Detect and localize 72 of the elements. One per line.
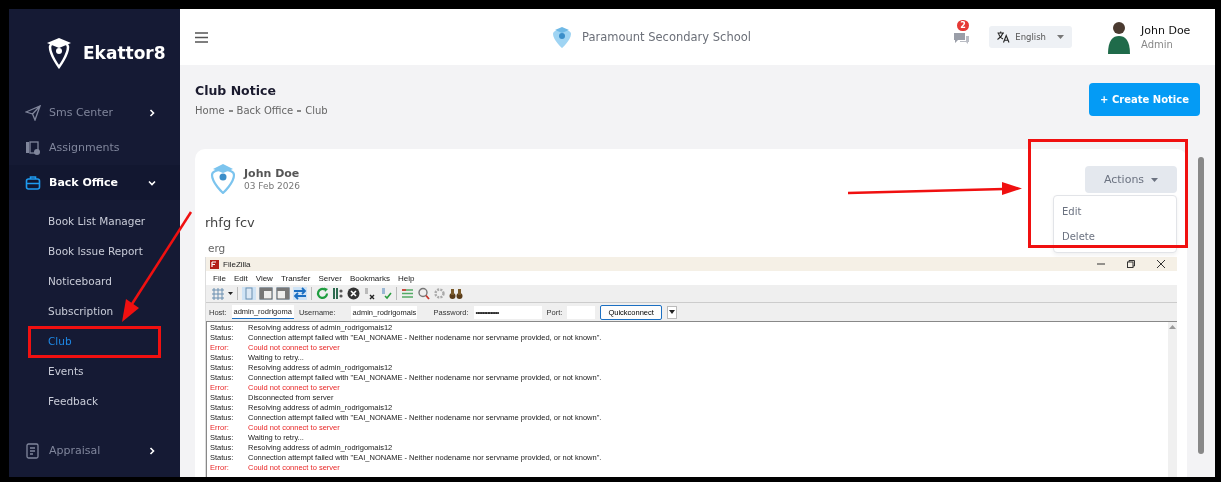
translate-icon [997, 31, 1011, 43]
page-title: Club Notice [195, 84, 277, 98]
notice-date: 03 Feb 2026 [244, 181, 300, 191]
bars-icon[interactable] [332, 287, 344, 300]
school-logo-icon [552, 25, 572, 49]
caret-icon[interactable] [228, 292, 233, 295]
restore-icon[interactable] [1127, 260, 1135, 268]
scrollbar[interactable] [1168, 322, 1177, 477]
app-logo-icon [210, 259, 219, 269]
caret-icon [1151, 177, 1159, 182]
author-logo-icon [210, 163, 236, 194]
breadcrumb-link[interactable]: Home [195, 105, 225, 116]
briefcase-icon [25, 174, 41, 191]
logo-icon [45, 37, 73, 69]
search-icon[interactable] [417, 287, 430, 300]
menu-bar-item[interactable]: Edit [233, 273, 248, 283]
minimize-icon[interactable] [1097, 260, 1105, 268]
document-icon [25, 442, 41, 459]
sidebar-menu-item[interactable]: Appraisal [9, 433, 180, 468]
cancel-icon[interactable] [347, 287, 360, 300]
author-name: John Doe [244, 167, 300, 180]
breadcrumb-link[interactable]: Back Office [236, 105, 294, 116]
user-role: Admin [1141, 39, 1174, 50]
avatar-silhouette [1107, 20, 1131, 54]
user-name: John Doe [1141, 24, 1192, 37]
menu-item[interactable]: Delete [1054, 224, 1176, 249]
language-dropdown[interactable]: English [989, 26, 1072, 48]
binoculars-icon[interactable] [449, 287, 463, 300]
school-name: Paramount Secondary School [582, 30, 751, 44]
gear-icon[interactable] [433, 287, 446, 300]
breadcrumb-link[interactable]: Club [305, 105, 328, 116]
menu-bar-item[interactable]: File [213, 273, 226, 283]
sidebar-submenu-item[interactable]: Book Issue Report [48, 236, 143, 266]
sidebar-submenu-item[interactable]: Subscription [48, 296, 114, 326]
notice-body: erg [207, 242, 227, 254]
menu-bar-item[interactable]: Bookmarks [349, 273, 390, 283]
sidebar-submenu-item[interactable]: Feedback [48, 386, 98, 416]
sidebar-menu-item[interactable]: Back Office [9, 165, 180, 200]
sidebar-submenu-item[interactable]: Events [48, 356, 84, 386]
scrollbar[interactable] [1198, 157, 1204, 454]
chevron-icon [148, 446, 156, 455]
sidebar-submenu-item[interactable]: Book List Manager [48, 206, 146, 236]
sidebar-submenu-item[interactable]: Club [48, 326, 72, 356]
caret-icon [668, 310, 675, 314]
panel-icon[interactable] [259, 287, 273, 300]
swap-arrows-icon[interactable] [293, 287, 307, 300]
menu-icon[interactable] [195, 31, 208, 43]
chevron-icon [148, 108, 156, 117]
sidebar-menu-item[interactable]: Assignments [9, 130, 180, 165]
disconnect-icon[interactable] [363, 287, 376, 300]
caret-icon [1057, 35, 1064, 39]
menu-item[interactable]: Edit [1054, 199, 1176, 224]
window-title: FileZilla [223, 259, 251, 269]
dropdown-button[interactable] [666, 305, 677, 319]
list-icon[interactable] [401, 287, 414, 300]
chevron-icon [148, 178, 156, 187]
send-icon [25, 104, 41, 121]
menu-bar-item[interactable]: View [255, 273, 273, 283]
assignment-icon [25, 139, 41, 156]
notification-badge: 2 [957, 19, 969, 31]
close-icon[interactable] [1157, 260, 1165, 268]
refresh-icon[interactable] [316, 287, 329, 300]
menu-bar-item[interactable]: Help [397, 273, 415, 283]
scroll-up-icon[interactable] [1169, 325, 1176, 329]
panel-icon[interactable] [276, 287, 290, 300]
sidebar-menu-item[interactable]: Sms Center [9, 95, 180, 130]
actions-button[interactable]: Actions [1085, 166, 1177, 193]
menu-bar-item[interactable]: Server [318, 273, 342, 283]
menu-bar-item[interactable]: Transfer [280, 273, 311, 283]
notice-title: rhfg fcv [205, 215, 256, 230]
sidebar-submenu-item[interactable]: Noticeboard [48, 266, 112, 296]
brand-name: Ekattor8 [83, 43, 166, 63]
